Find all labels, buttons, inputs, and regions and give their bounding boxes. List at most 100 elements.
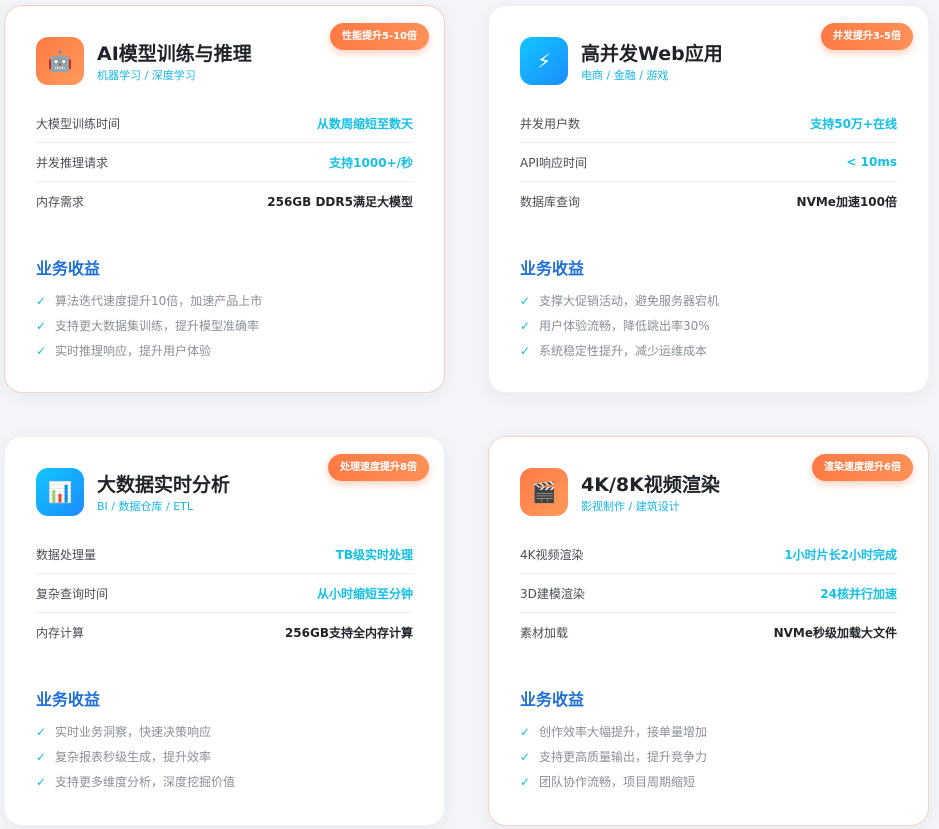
benefit-heading: 业务收益 <box>36 690 101 709</box>
spec-value: 支持50万+在线 <box>810 116 897 131</box>
spec-label: API响应时间 <box>520 155 587 170</box>
card-title: 大数据实时分析 <box>97 474 231 496</box>
benefit-list: ✓ 创作效率大幅提升，接单量增加 ✓ 支持更高质量输出，提升竞争力 ✓ 团队协作流畅，… <box>520 719 707 794</box>
check-icon: ✓ <box>36 774 47 789</box>
spec-label: 内存计算 <box>36 625 85 640</box>
card-title: 高并发Web应用 <box>581 43 723 65</box>
benefit-text: 支持更多维度分析，深度挖掘价值 <box>55 775 236 789</box>
spec-rows: 4K视频渲染 1小时片长2小时完成 3D建模渲染 24核并行加速 素材加载 NV… <box>520 535 897 651</box>
spec-row: 素材加载 NVMe秒级加载大文件 <box>520 613 897 651</box>
spec-label: 数据库查询 <box>520 194 581 209</box>
spec-row: 数据处理量 TB级实时处理 <box>36 535 413 574</box>
spec-value: 256GB DDR5满足大模型 <box>267 194 413 209</box>
benefit-text: 实时推理响应，提升用户体验 <box>55 344 212 358</box>
spec-label: 3D建模渲染 <box>520 586 585 601</box>
benefit-item: ✓ 实时推理响应，提升用户体验 <box>36 338 262 363</box>
benefit-item: ✓ 团队协作流畅，项目周期缩短 <box>520 769 707 794</box>
benefit-list: ✓ 支撑大促销活动，避免服务器宕机 ✓ 用户体验流畅，降低跳出率30% ✓ 系统稳定性… <box>520 288 719 363</box>
benefit-item: ✓ 系统稳定性提升，减少运维成本 <box>520 338 719 363</box>
clapperboard-icon: 🎬 <box>520 468 568 516</box>
spec-value: < 10ms <box>846 155 897 169</box>
benefit-list: ✓ 算法迭代速度提升10倍，加速产品上市 ✓ 支持更大数据集训练，提升模型准确率 ✓… <box>36 288 262 363</box>
card-subtitle: 机器学习 / 深度学习 <box>97 69 196 82</box>
spec-row: 内存需求 256GB DDR5满足大模型 <box>36 182 413 220</box>
spec-label: 并发推理请求 <box>36 155 109 170</box>
check-icon: ✓ <box>520 749 531 764</box>
scenario-card-video: 渲染速度提升6倍 🎬 4K/8K视频渲染 影视制作 / 建筑设计 4K视频渲染 … <box>488 436 929 826</box>
check-icon: ✓ <box>36 318 47 333</box>
card-subtitle: BI / 数据仓库 / ETL <box>97 500 193 513</box>
benefit-text: 支撑大促销活动，避免服务器宕机 <box>539 294 720 308</box>
spec-value: 24核并行加速 <box>820 586 897 601</box>
spec-row: 数据库查询 NVMe加速100倍 <box>520 182 897 220</box>
benefit-heading: 业务收益 <box>36 259 101 278</box>
performance-badge: 处理速度提升8倍 <box>328 454 429 481</box>
spec-row: 4K视频渲染 1小时片长2小时完成 <box>520 535 897 574</box>
benefit-text: 用户体验流畅，降低跳出率30% <box>539 319 710 333</box>
benefit-item: ✓ 支持更大数据集训练，提升模型准确率 <box>36 313 262 338</box>
spec-rows: 数据处理量 TB级实时处理 复杂查询时间 从小时缩短至分钟 内存计算 256GB… <box>36 535 413 651</box>
spec-value: NVMe加速100倍 <box>796 194 897 209</box>
check-icon: ✓ <box>520 774 531 789</box>
check-icon: ✓ <box>520 318 531 333</box>
benefit-text: 复杂报表秒级生成，提升效率 <box>55 750 212 764</box>
benefit-item: ✓ 支持更高质量输出，提升竞争力 <box>520 744 707 769</box>
benefit-text: 团队协作流畅，项目周期缩短 <box>539 775 696 789</box>
benefit-text: 支持更大数据集训练，提升模型准确率 <box>55 319 260 333</box>
benefit-text: 实时业务洞察，快速决策响应 <box>55 725 212 739</box>
spec-value: NVMe秒级加载大文件 <box>773 625 897 640</box>
performance-badge: 性能提升5-10倍 <box>329 23 429 50</box>
benefit-item: ✓ 实时业务洞察，快速决策响应 <box>36 719 235 744</box>
benefit-item: ✓ 复杂报表秒级生成，提升效率 <box>36 744 235 769</box>
card-subtitle: 电商 / 金融 / 游戏 <box>581 69 669 82</box>
spec-row: 内存计算 256GB支持全内存计算 <box>36 613 413 651</box>
bar-chart-icon: 📊 <box>36 468 84 516</box>
benefit-text: 算法迭代速度提升10倍，加速产品上市 <box>55 294 263 308</box>
benefit-text: 系统稳定性提升，减少运维成本 <box>539 344 708 358</box>
spec-value: 从数周缩短至数天 <box>316 116 413 131</box>
spec-rows: 并发用户数 支持50万+在线 API响应时间 < 10ms 数据库查询 NVMe… <box>520 104 897 220</box>
spec-value: 支持1000+/秒 <box>329 155 413 170</box>
spec-value: 从小时缩短至分钟 <box>316 586 413 601</box>
benefit-text: 创作效率大幅提升，接单量增加 <box>539 725 708 739</box>
benefit-item: ✓ 支持更多维度分析，深度挖掘价值 <box>36 769 235 794</box>
spec-value: TB级实时处理 <box>335 547 413 562</box>
spec-row: 3D建模渲染 24核并行加速 <box>520 574 897 613</box>
spec-label: 复杂查询时间 <box>36 586 109 601</box>
card-subtitle: 影视制作 / 建筑设计 <box>581 500 680 513</box>
spec-label: 大模型训练时间 <box>36 116 121 131</box>
check-icon: ✓ <box>36 343 47 358</box>
card-title: 4K/8K视频渲染 <box>581 474 720 496</box>
robot-icon: 🤖 <box>36 37 84 85</box>
lightning-icon: ⚡ <box>520 37 568 85</box>
scenario-card-web: 并发提升3-5倍 ⚡ 高并发Web应用 电商 / 金融 / 游戏 并发用户数 支… <box>488 5 929 393</box>
benefit-item: ✓ 创作效率大幅提升，接单量增加 <box>520 719 707 744</box>
performance-badge: 渲染速度提升6倍 <box>812 454 913 481</box>
benefit-item: ✓ 支撑大促销活动，避免服务器宕机 <box>520 288 719 313</box>
benefit-text: 支持更高质量输出，提升竞争力 <box>539 750 708 764</box>
card-title: AI模型训练与推理 <box>97 43 252 65</box>
benefit-item: ✓ 用户体验流畅，降低跳出率30% <box>520 313 719 338</box>
spec-label: 4K视频渲染 <box>520 547 584 562</box>
scenario-card-bigdata: 处理速度提升8倍 📊 大数据实时分析 BI / 数据仓库 / ETL 数据处理量… <box>4 436 445 826</box>
spec-label: 素材加载 <box>520 625 569 640</box>
benefit-list: ✓ 实时业务洞察，快速决策响应 ✓ 复杂报表秒级生成，提升效率 ✓ 支持更多维度分析，… <box>36 719 235 794</box>
spec-label: 并发用户数 <box>520 116 581 131</box>
spec-row: 大模型训练时间 从数周缩短至数天 <box>36 104 413 143</box>
spec-value: 1小时片长2小时完成 <box>784 547 897 562</box>
spec-row: API响应时间 < 10ms <box>520 143 897 182</box>
spec-row: 复杂查询时间 从小时缩短至分钟 <box>36 574 413 613</box>
spec-row: 并发用户数 支持50万+在线 <box>520 104 897 143</box>
spec-row: 并发推理请求 支持1000+/秒 <box>36 143 413 182</box>
spec-label: 数据处理量 <box>36 547 97 562</box>
check-icon: ✓ <box>36 749 47 764</box>
scenario-card-ai: 性能提升5-10倍 🤖 AI模型训练与推理 机器学习 / 深度学习 大模型训练时… <box>4 5 445 393</box>
spec-label: 内存需求 <box>36 194 85 209</box>
spec-rows: 大模型训练时间 从数周缩短至数天 并发推理请求 支持1000+/秒 内存需求 2… <box>36 104 413 220</box>
check-icon: ✓ <box>36 724 47 739</box>
benefit-item: ✓ 算法迭代速度提升10倍，加速产品上市 <box>36 288 262 313</box>
performance-badge: 并发提升3-5倍 <box>820 23 913 50</box>
spec-value: 256GB支持全内存计算 <box>284 625 413 640</box>
benefit-heading: 业务收益 <box>520 259 585 278</box>
benefit-heading: 业务收益 <box>520 690 585 709</box>
